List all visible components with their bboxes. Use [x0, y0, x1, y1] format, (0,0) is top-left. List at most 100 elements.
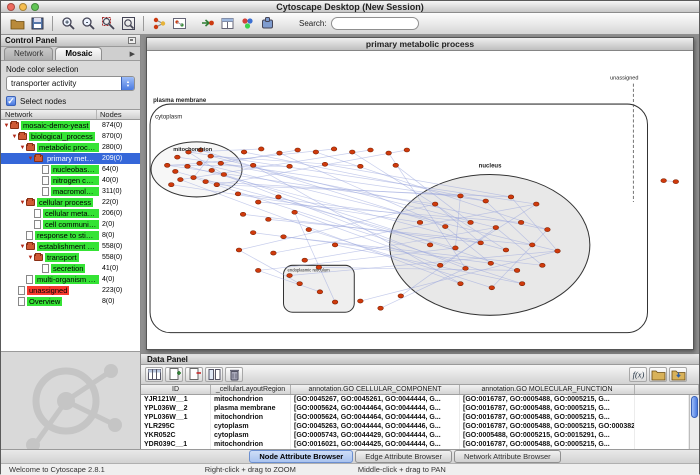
- zoom-selected-icon[interactable]: [98, 15, 118, 33]
- tree-item[interactable]: macromolecule meta...311(0): [1, 186, 140, 197]
- table-cell[interactable]: [GO:0016787, GO:0005488, GO:0005215, G..…: [460, 395, 635, 404]
- network-node[interactable]: [386, 151, 392, 155]
- table-row[interactable]: YPL036W__1mitochondrion[GO:0005624, GO:0…: [141, 413, 689, 422]
- network-node[interactable]: [483, 199, 489, 203]
- network-node[interactable]: [478, 241, 484, 245]
- network-node[interactable]: [673, 180, 679, 184]
- formula-builder-icon[interactable]: f(x): [629, 367, 647, 382]
- tree-item[interactable]: ▼biological_process870(0): [1, 131, 140, 142]
- network-node[interactable]: [332, 243, 338, 247]
- zoom-out-icon[interactable]: -: [78, 15, 98, 33]
- network-node[interactable]: [489, 286, 495, 290]
- float-panel-icon[interactable]: [128, 37, 136, 44]
- network-node[interactable]: [393, 163, 399, 167]
- network-view-title[interactable]: primary metabolic process: [147, 38, 693, 51]
- table-cell[interactable]: [GO:0045263, GO:0044444, GO:0044446, G..…: [291, 422, 460, 431]
- network-node[interactable]: [241, 150, 247, 154]
- network-node[interactable]: [404, 148, 410, 152]
- window-titlebar[interactable]: Cytoscape Desktop (New Session): [1, 1, 699, 13]
- network-node[interactable]: [533, 202, 539, 206]
- network-node[interactable]: [197, 161, 203, 165]
- zoom-fit-icon[interactable]: [118, 15, 138, 33]
- tree-item[interactable]: ▼metabolic process280(0): [1, 142, 140, 153]
- select-attributes-icon[interactable]: [145, 367, 163, 382]
- network-node[interactable]: [458, 282, 464, 286]
- network-node[interactable]: [287, 273, 293, 277]
- tree-item[interactable]: cellular metabolic...206(0): [1, 208, 140, 219]
- network-node[interactable]: [458, 194, 464, 198]
- close-window-icon[interactable]: [7, 3, 15, 11]
- expand-arrow-icon[interactable]: ▼: [19, 200, 26, 206]
- tree-item[interactable]: nucleobase, nucleosi...64(0): [1, 164, 140, 175]
- network-node[interactable]: [203, 180, 209, 184]
- create-attribute-icon[interactable]: [165, 367, 183, 382]
- network-node[interactable]: [191, 176, 197, 180]
- plugin-manager-icon[interactable]: [257, 15, 277, 33]
- tree-item[interactable]: unassigned223(0): [1, 285, 140, 296]
- table-cell[interactable]: [GO:0005624, GO:0044464, GO:0044444, G..…: [291, 404, 460, 413]
- open-attribute-file-icon[interactable]: [649, 367, 667, 382]
- table-scrollbar-thumb[interactable]: [691, 396, 698, 418]
- table-cell[interactable]: [GO:0005624, GO:0044464, GO:0044444, G..…: [291, 413, 460, 422]
- network-node[interactable]: [493, 226, 499, 230]
- tree-item[interactable]: ▼primary metabolic process209(0): [1, 153, 140, 164]
- network-node[interactable]: [287, 164, 293, 168]
- network-node[interactable]: [442, 224, 448, 228]
- network-node[interactable]: [519, 282, 525, 286]
- network-node[interactable]: [208, 154, 214, 158]
- network-node[interactable]: [302, 258, 308, 262]
- tab-scroll-right-icon[interactable]: ▶: [128, 50, 137, 60]
- table-cell[interactable]: [GO:0005743, GO:0044429, GO:0044444, G..…: [291, 431, 460, 440]
- expand-arrow-icon[interactable]: ▼: [11, 134, 18, 140]
- network-node[interactable]: [463, 266, 469, 270]
- network-node[interactable]: [427, 243, 433, 247]
- expand-arrow-icon[interactable]: ▼: [19, 145, 26, 151]
- network-node[interactable]: [255, 200, 261, 204]
- network-node[interactable]: [175, 155, 181, 159]
- network-node[interactable]: [292, 210, 298, 214]
- network-node[interactable]: [378, 306, 384, 310]
- trash-icon[interactable]: [225, 367, 243, 382]
- tab-node-attribute-browser[interactable]: Node Attribute Browser: [249, 450, 353, 463]
- network-node[interactable]: [271, 251, 277, 255]
- tree-column-network[interactable]: Network: [1, 110, 97, 119]
- network-node[interactable]: [555, 249, 561, 253]
- open-session-icon[interactable]: [7, 15, 27, 33]
- expand-arrow-icon[interactable]: ▼: [3, 123, 10, 129]
- network-node[interactable]: [168, 183, 174, 187]
- tree-item[interactable]: ▼cellular process22(0): [1, 197, 140, 208]
- vizmapper-icon[interactable]: [237, 15, 257, 33]
- tree-column-nodes[interactable]: Nodes: [97, 110, 140, 119]
- table-row[interactable]: YDR039C__1mitochondrion[GO:0016021, GO:0…: [141, 440, 689, 449]
- table-cell[interactable]: YLR295C: [141, 422, 211, 431]
- network-node[interactable]: [250, 231, 256, 235]
- network-node[interactable]: [432, 202, 438, 206]
- network-node[interactable]: [508, 195, 514, 199]
- network-node[interactable]: [297, 282, 303, 286]
- save-attribute-file-icon[interactable]: [669, 367, 687, 382]
- tree-item[interactable]: secretion41(0): [1, 263, 140, 274]
- network-node[interactable]: [661, 179, 667, 183]
- network-node[interactable]: [218, 161, 224, 165]
- network-node[interactable]: [349, 150, 355, 154]
- table-cell[interactable]: YJR121W__1: [141, 395, 211, 404]
- table-cell[interactable]: mitochondrion: [211, 440, 291, 449]
- column-header[interactable]: ID: [141, 385, 211, 394]
- select-nodes-checkbox[interactable]: ✓: [6, 96, 16, 106]
- table-cell[interactable]: YPL036W__1: [141, 413, 211, 422]
- zoom-in-icon[interactable]: +: [58, 15, 78, 33]
- network-node[interactable]: [295, 148, 301, 152]
- network-overview-icon[interactable]: [169, 15, 189, 33]
- table-cell[interactable]: cytoplasm: [211, 431, 291, 440]
- network-node[interactable]: [266, 217, 272, 221]
- network-node[interactable]: [178, 178, 184, 182]
- network-node[interactable]: [277, 151, 283, 155]
- network-node[interactable]: [518, 220, 524, 224]
- table-cell[interactable]: cytoplasm: [211, 422, 291, 431]
- network-node[interactable]: [437, 263, 443, 267]
- table-row[interactable]: YPL036W__2plasma membrane[GO:0005624, GO…: [141, 404, 689, 413]
- network-node[interactable]: [503, 248, 509, 252]
- network-node[interactable]: [358, 164, 364, 168]
- network-node[interactable]: [258, 147, 264, 151]
- expand-arrow-icon[interactable]: ▼: [27, 255, 34, 261]
